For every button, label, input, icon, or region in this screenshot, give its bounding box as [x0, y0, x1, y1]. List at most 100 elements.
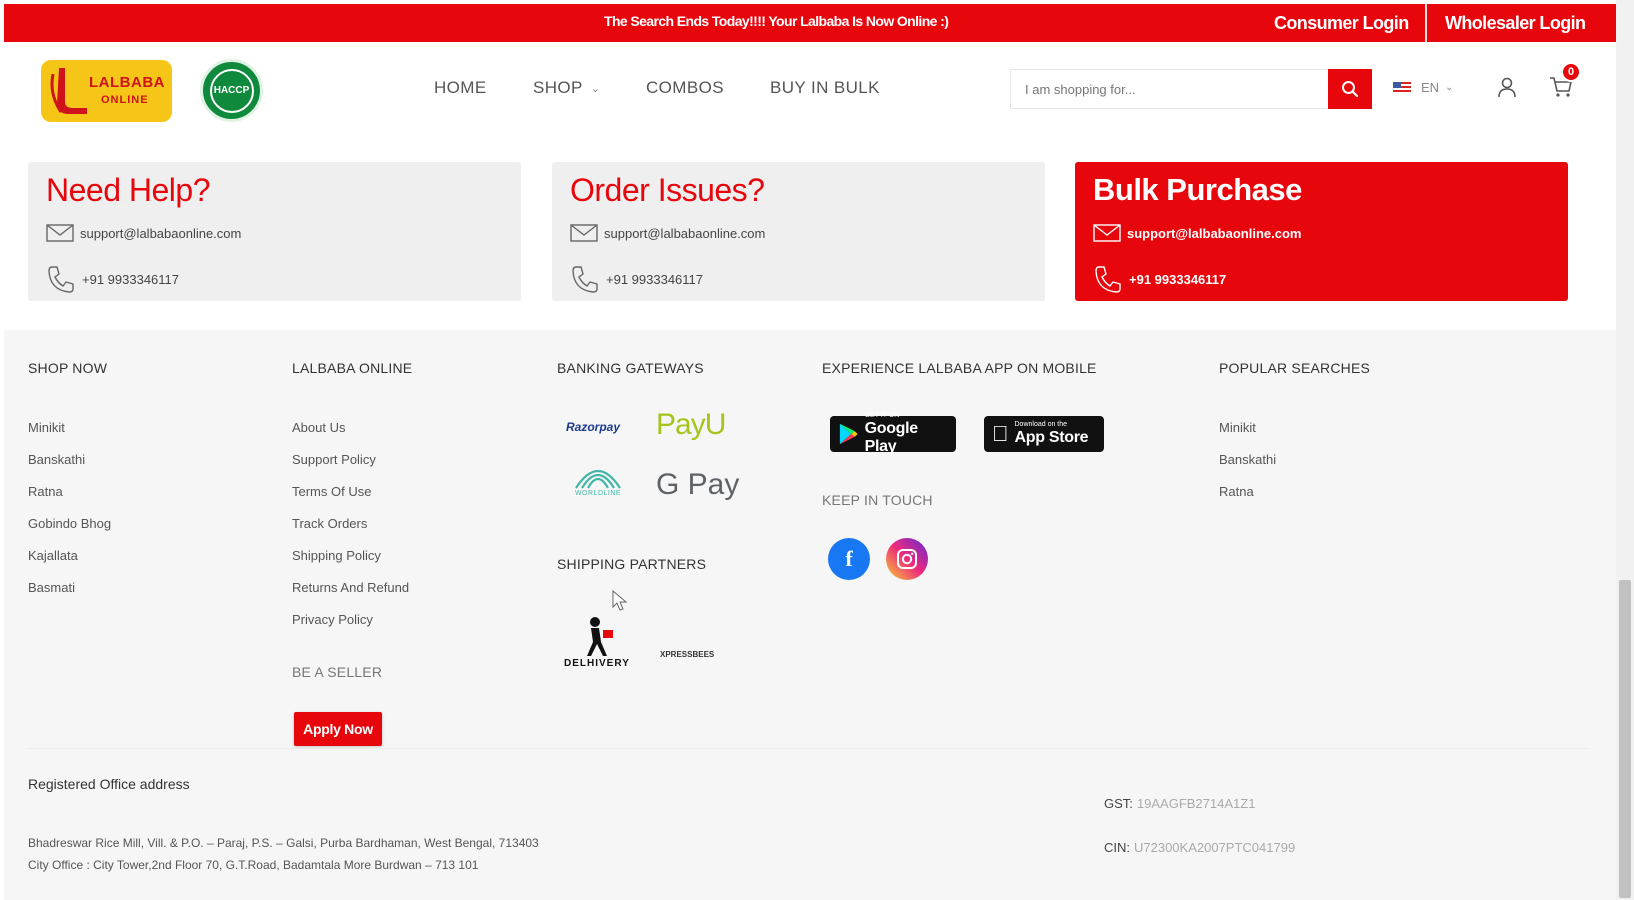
card-email-text: support@lalbabaonline.com: [80, 225, 242, 241]
scrollbar-thumb[interactable]: [1619, 580, 1631, 898]
google-play-button[interactable]: GET IT ON Google Play: [830, 412, 956, 455]
phone-icon: [572, 266, 598, 293]
haccp-badge-text: HACCP: [209, 68, 254, 113]
card-email[interactable]: support@lalbabaonline.com: [1093, 224, 1301, 242]
chevron-down-icon: ⌄: [590, 82, 601, 95]
gst-row: GST: 19AAGFB2714A1Z1: [1104, 796, 1255, 811]
shop-now-title: SHOP NOW: [28, 360, 108, 376]
nav-shop-label: SHOP: [533, 78, 583, 97]
shop-now-link[interactable]: Basmati: [28, 580, 75, 595]
banking-gateways-title: BANKING GATEWAYS: [557, 360, 704, 376]
privacy-policy-link[interactable]: Privacy Policy: [292, 612, 373, 627]
apple-icon: : [992, 421, 1009, 447]
page: The Search Ends Today!!!! Your Lalbaba I…: [0, 0, 1634, 900]
language-selector[interactable]: EN ⌄: [1393, 80, 1453, 95]
payu-logo: PayU: [656, 408, 726, 442]
shop-now-link[interactable]: Banskathi: [28, 452, 85, 467]
card-phone[interactable]: +91 9933346117: [570, 264, 703, 294]
search-button[interactable]: [1328, 69, 1372, 109]
site-logo[interactable]: LALBABA ONLINE: [41, 60, 172, 122]
shop-now-link[interactable]: Minikit: [28, 420, 65, 435]
returns-refund-link[interactable]: Returns And Refund: [292, 580, 409, 595]
gst-label: GST:: [1104, 796, 1133, 811]
keep-in-touch-title: KEEP IN TOUCH: [822, 492, 933, 508]
app-title: EXPERIENCE LALBABA APP ON MOBILE: [822, 360, 1097, 376]
login-divider: [1425, 4, 1427, 42]
logo-text: LALBABA: [89, 74, 165, 91]
gst-value: 19AAGFB2714A1Z1: [1136, 796, 1256, 811]
nav-combos-label: COMBOS: [646, 78, 724, 97]
card-phone[interactable]: +91 9933346117: [46, 264, 179, 294]
cin-row: CIN: U72300KA2007PTC041799: [1104, 840, 1295, 855]
office-address-line-2: City Office : City Tower,2nd Floor 70, G…: [28, 858, 479, 872]
promo-text: The Search Ends Today!!!! Your Lalbaba I…: [604, 13, 949, 29]
google-play-small: GET IT ON: [864, 412, 900, 419]
card-title: Order Issues?: [570, 172, 765, 208]
site-header: LALBABA ONLINE HACCP HOME SHOP ⌄ COMBOS B…: [0, 42, 1616, 134]
instagram-icon[interactable]: [886, 538, 928, 580]
mail-icon: [46, 224, 74, 242]
site-footer: SHOP NOW Minikit Banskathi Ratna Gobindo…: [4, 330, 1616, 900]
be-a-seller-title: BE A SELLER: [292, 664, 383, 680]
mail-icon: [570, 224, 598, 242]
support-policy-link[interactable]: Support Policy: [292, 452, 376, 467]
about-us-link[interactable]: About Us: [292, 420, 345, 435]
google-play-icon: [839, 423, 858, 445]
shop-now-link[interactable]: Gobindo Bhog: [28, 516, 111, 531]
google-play-big: Google Play: [864, 420, 919, 455]
worldline-mark-icon: [575, 470, 621, 489]
account-button[interactable]: [1496, 76, 1518, 103]
consumer-login-button[interactable]: Consumer Login: [1274, 4, 1409, 42]
cin-value: U72300KA2007PTC041799: [1134, 840, 1296, 855]
card-email[interactable]: support@lalbabaonline.com: [570, 224, 765, 242]
nav-shop[interactable]: SHOP ⌄: [533, 78, 600, 98]
need-help-card: Need Help? support@lalbabaonline.com +91…: [28, 162, 521, 301]
card-phone-text: +91 9933346117: [606, 271, 703, 287]
popular-search-link[interactable]: Banskathi: [1219, 452, 1276, 467]
shipping-policy-link[interactable]: Shipping Policy: [292, 548, 381, 563]
phone-icon: [48, 266, 74, 293]
nav-buy-in-bulk[interactable]: BUY IN BULK: [770, 78, 880, 98]
instagram-glyph-icon: [897, 549, 917, 569]
popular-search-link[interactable]: Ratna: [1219, 484, 1254, 499]
payu-label: PayU: [656, 408, 726, 441]
card-phone-text: +91 9933346117: [82, 271, 179, 287]
worldline-label: WORLDLINE: [574, 490, 622, 497]
card-email-text: support@lalbabaonline.com: [1127, 225, 1302, 241]
cart-count-badge: 0: [1561, 62, 1581, 82]
haccp-badge: HACCP: [200, 59, 263, 122]
delivery-man-icon: [586, 617, 613, 656]
lalbaba-online-title: LALBABA ONLINE: [292, 360, 413, 376]
shipping-partners-title: SHIPPING PARTNERS: [557, 556, 707, 572]
razorpay-label: Razorpay: [566, 420, 621, 434]
card-email-text: support@lalbabaonline.com: [604, 225, 766, 241]
cin-label: CIN:: [1104, 840, 1130, 855]
search-input[interactable]: [1011, 70, 1329, 108]
card-phone[interactable]: +91 9933346117: [1093, 264, 1226, 294]
card-title: Bulk Purchase: [1093, 172, 1302, 207]
top-bar: The Search Ends Today!!!! Your Lalbaba I…: [4, 4, 1616, 42]
mouse-cursor-icon: [612, 590, 628, 611]
apply-now-button[interactable]: Apply Now: [294, 712, 382, 746]
xpressbees-label: XPRESSBEES: [660, 650, 715, 659]
gpay-logo: G Pay: [656, 468, 739, 502]
nav-home[interactable]: HOME: [434, 78, 487, 98]
facebook-icon[interactable]: f: [828, 538, 870, 580]
logo-subtext: ONLINE: [101, 94, 149, 106]
shop-now-link[interactable]: Kajallata: [28, 548, 78, 563]
xpressbees-logo: XPRESSBEES: [660, 650, 714, 659]
footer-divider: [28, 748, 1588, 749]
card-phone-text: +91 9933346117: [1129, 271, 1227, 287]
popular-search-link[interactable]: Minikit: [1219, 420, 1256, 435]
search-bar: [1010, 69, 1372, 109]
terms-of-use-link[interactable]: Terms Of Use: [292, 484, 371, 499]
nav-combos[interactable]: COMBOS: [646, 78, 724, 98]
wholesaler-login-button[interactable]: Wholesaler Login: [1445, 4, 1586, 42]
language-label: EN: [1421, 80, 1440, 95]
track-orders-link[interactable]: Track Orders: [292, 516, 367, 531]
card-email[interactable]: support@lalbabaonline.com: [46, 224, 241, 242]
app-store-small: Download on the: [998, 421, 1068, 428]
shop-now-link[interactable]: Ratna: [28, 484, 63, 499]
app-store-button[interactable]:  Download on the App Store: [984, 416, 1104, 452]
user-icon: [1498, 77, 1516, 98]
